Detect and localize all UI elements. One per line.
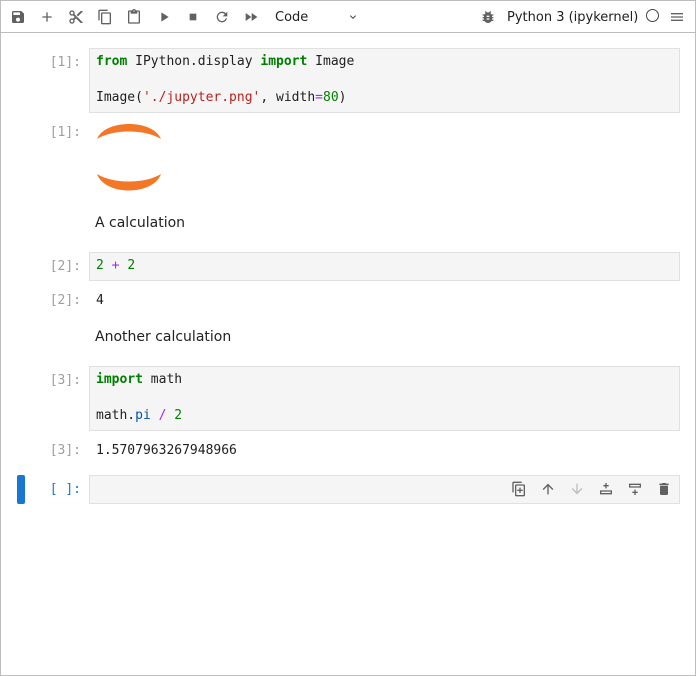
paste-icon xyxy=(128,9,140,24)
code-token: IPython.display xyxy=(127,54,261,69)
output-value: 1.5707963267948966 xyxy=(96,443,237,458)
code-line: from IPython.display import Image xyxy=(96,54,354,69)
input-prompt: [2]: xyxy=(49,259,81,274)
code-token: import xyxy=(96,372,143,387)
copy-button[interactable] xyxy=(93,5,117,29)
notebook-toolbar: Code Python 3 (ipykernel) xyxy=(1,1,695,33)
restart-run-all-button[interactable] xyxy=(239,5,263,29)
code-token: Image xyxy=(307,54,355,69)
cut-button[interactable] xyxy=(64,5,88,29)
output-prompt: [1]: xyxy=(49,125,81,140)
duplicate-icon xyxy=(512,481,525,497)
input-prompt: [3]: xyxy=(49,373,81,388)
code-editor-active[interactable] xyxy=(89,475,680,504)
chevron-down-icon xyxy=(350,15,356,19)
hamburger-menu-icon xyxy=(671,13,683,21)
scissors-icon xyxy=(69,10,83,24)
paste-button[interactable] xyxy=(122,5,146,29)
code-token: 2 xyxy=(174,408,183,423)
copy-icon xyxy=(98,9,111,25)
code-line: Image('./jupyter.png', width=80) xyxy=(96,90,346,105)
insert-above-icon xyxy=(600,483,612,495)
save-icon xyxy=(12,11,24,23)
cell-type-label: Code xyxy=(275,9,309,25)
stop-icon xyxy=(189,13,197,21)
insert-cell-below-button[interactable] xyxy=(624,478,646,500)
restart-button[interactable] xyxy=(210,5,234,29)
code-token: './jupyter.png' xyxy=(142,90,261,105)
delete-cell-button[interactable] xyxy=(653,478,675,500)
code-token: math. xyxy=(96,408,136,423)
insert-below-icon xyxy=(629,483,641,495)
code-token: math xyxy=(142,372,183,387)
menu-button[interactable] xyxy=(665,5,689,29)
code-line: import math xyxy=(96,372,182,387)
run-button[interactable] xyxy=(152,5,176,29)
code-line: math.pi / 2 xyxy=(96,408,182,423)
code-token: ) xyxy=(338,90,347,105)
interrupt-button[interactable] xyxy=(181,5,205,29)
code-token: , width xyxy=(260,90,316,105)
bug-icon xyxy=(482,11,494,23)
output-prompt: [2]: xyxy=(49,293,81,308)
arrow-up-icon xyxy=(542,483,554,495)
output-prompt: [3]: xyxy=(49,443,81,458)
code-editor[interactable]: from IPython.display import Image Image(… xyxy=(89,48,680,113)
arrow-down-icon xyxy=(571,483,583,495)
jupyter-logo-image xyxy=(97,124,161,191)
markdown-text: A calculation xyxy=(95,215,186,231)
duplicate-cell-button[interactable] xyxy=(508,478,530,500)
notebook-panel: Code Python 3 (ipykernel) [1]: from IPyt… xyxy=(0,0,696,676)
input-prompt: [1]: xyxy=(49,55,81,70)
code-line: 2 + 2 xyxy=(96,258,135,273)
code-token: import xyxy=(260,54,308,69)
trash-icon xyxy=(659,483,669,495)
code-token: = xyxy=(315,90,323,105)
code-token: 2 xyxy=(96,258,104,273)
save-button[interactable] xyxy=(6,5,30,29)
plus-icon xyxy=(42,12,52,22)
markdown-text: Another calculation xyxy=(95,329,232,345)
output-value: 4 xyxy=(96,293,104,308)
code-editor[interactable]: import math math.pi / 2 xyxy=(89,366,680,431)
code-token: from xyxy=(96,54,128,69)
code-token: Image( xyxy=(96,90,143,105)
kernel-name[interactable]: Python 3 (ipykernel) xyxy=(507,5,638,29)
refresh-icon xyxy=(216,11,228,23)
kernel-status-idle-icon xyxy=(646,9,659,22)
move-cell-down-button[interactable] xyxy=(566,478,588,500)
debugger-button[interactable] xyxy=(476,5,500,29)
fast-forward-icon xyxy=(245,13,258,21)
play-icon xyxy=(161,12,169,22)
move-cell-up-button[interactable] xyxy=(537,478,559,500)
code-token: 80 xyxy=(323,90,339,105)
code-editor[interactable]: 2 + 2 xyxy=(89,252,680,281)
insert-cell-above-button[interactable] xyxy=(595,478,617,500)
input-prompt: [ ]: xyxy=(49,482,81,497)
code-token: pi xyxy=(135,408,151,423)
cell-type-dropdown[interactable]: Code xyxy=(269,5,365,29)
code-token: 2 xyxy=(127,258,136,273)
insert-cell-button[interactable] xyxy=(35,5,59,29)
